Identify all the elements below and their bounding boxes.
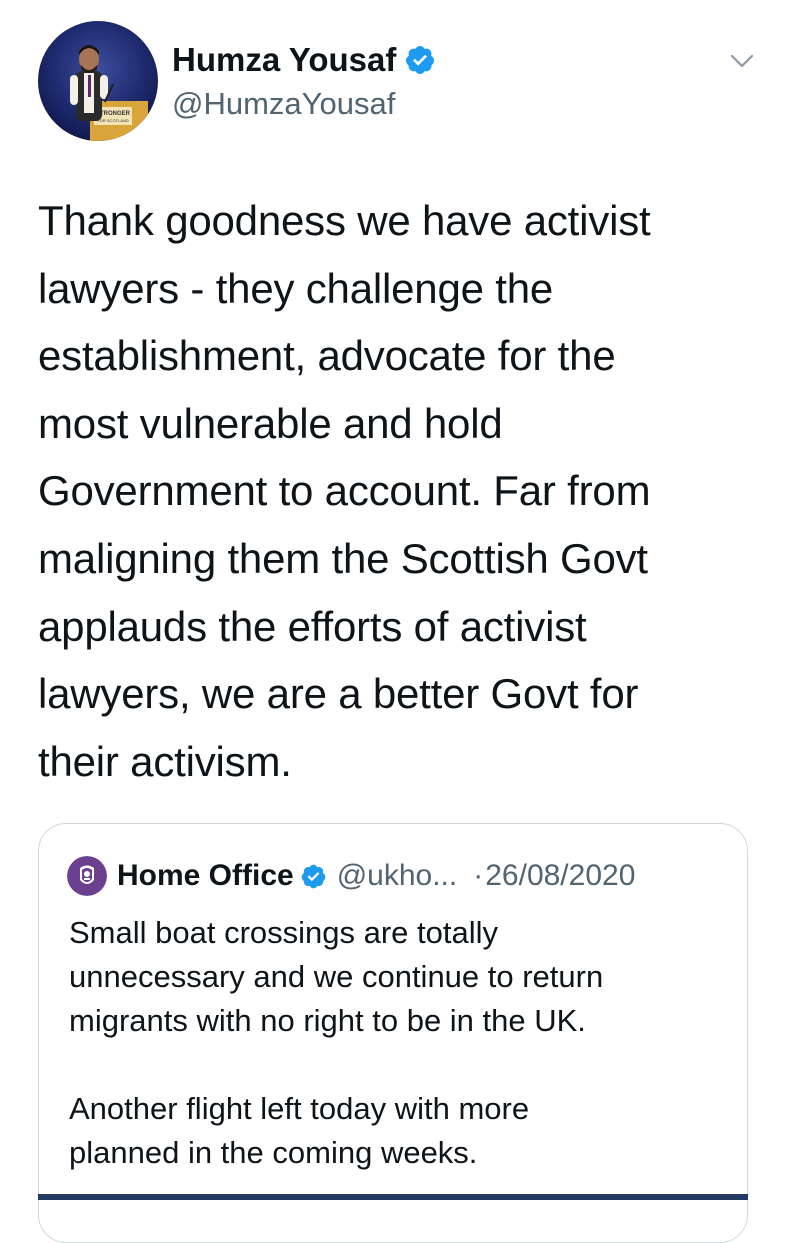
- tweet-text-line: maligning them the Scottish Govt: [38, 534, 648, 582]
- tweet-text-line: lawyers - they challenge the: [38, 264, 554, 312]
- tweet-text-line: lawyers, we are a better Govt for: [38, 670, 639, 718]
- chevron-down-icon[interactable]: [728, 50, 756, 72]
- quoted-text-line: Small boat crossings are totally: [69, 915, 499, 950]
- author-name-text: Humza Yousaf: [172, 41, 397, 78]
- quoted-media-edge: [38, 1194, 748, 1200]
- author-avatar[interactable]: STRONGER FOR SCOTLAND: [38, 21, 158, 141]
- quoted-text-line: planned in the coming weeks.: [69, 1135, 478, 1170]
- quoted-text-line: unnecessary and we continue to return: [69, 959, 604, 994]
- tweet-card: STRONGER FOR SCOTLAND Humza Yousaf @Humz…: [0, 0, 788, 1243]
- author-handle[interactable]: @HumzaYousaf: [172, 86, 395, 122]
- tweet-text: Thank goodness we have activist lawyers …: [38, 187, 758, 795]
- tweet-text-line: Government to account. Far from: [38, 467, 651, 515]
- quoted-tweet-text: Small boat crossings are totally unneces…: [69, 911, 729, 1175]
- tweet-text-line: applauds the efforts of activist: [38, 602, 587, 650]
- author-name[interactable]: Humza Yousaf: [172, 40, 436, 80]
- quoted-tweet-date[interactable]: 26/08/2020: [485, 859, 635, 893]
- quoted-author-handle[interactable]: @ukho...: [337, 859, 458, 893]
- quoted-tweet-header: Home Office @ukho... · 26/08/2020: [67, 856, 635, 896]
- verified-badge-icon: [406, 46, 435, 74]
- quoted-tweet[interactable]: Home Office @ukho... · 26/08/2020 Small …: [38, 823, 748, 1243]
- quoted-text-line: Another flight left today with more: [69, 1091, 530, 1126]
- tweet-text-line: most vulnerable and hold: [38, 399, 503, 447]
- tweet-text-line: their activism.: [38, 737, 292, 785]
- quoted-text-line: migrants with no right to be in the UK.: [69, 1003, 586, 1038]
- quoted-author-avatar[interactable]: [67, 856, 107, 896]
- svg-text:FOR SCOTLAND: FOR SCOTLAND: [97, 118, 128, 123]
- tweet-text-line: establishment, advocate for the: [38, 332, 616, 380]
- header-separator: ·: [473, 859, 484, 892]
- tweet-text-line: Thank goodness we have activist: [38, 197, 651, 244]
- verified-badge-icon: [301, 864, 326, 888]
- quoted-author-name[interactable]: Home Office: [117, 859, 294, 893]
